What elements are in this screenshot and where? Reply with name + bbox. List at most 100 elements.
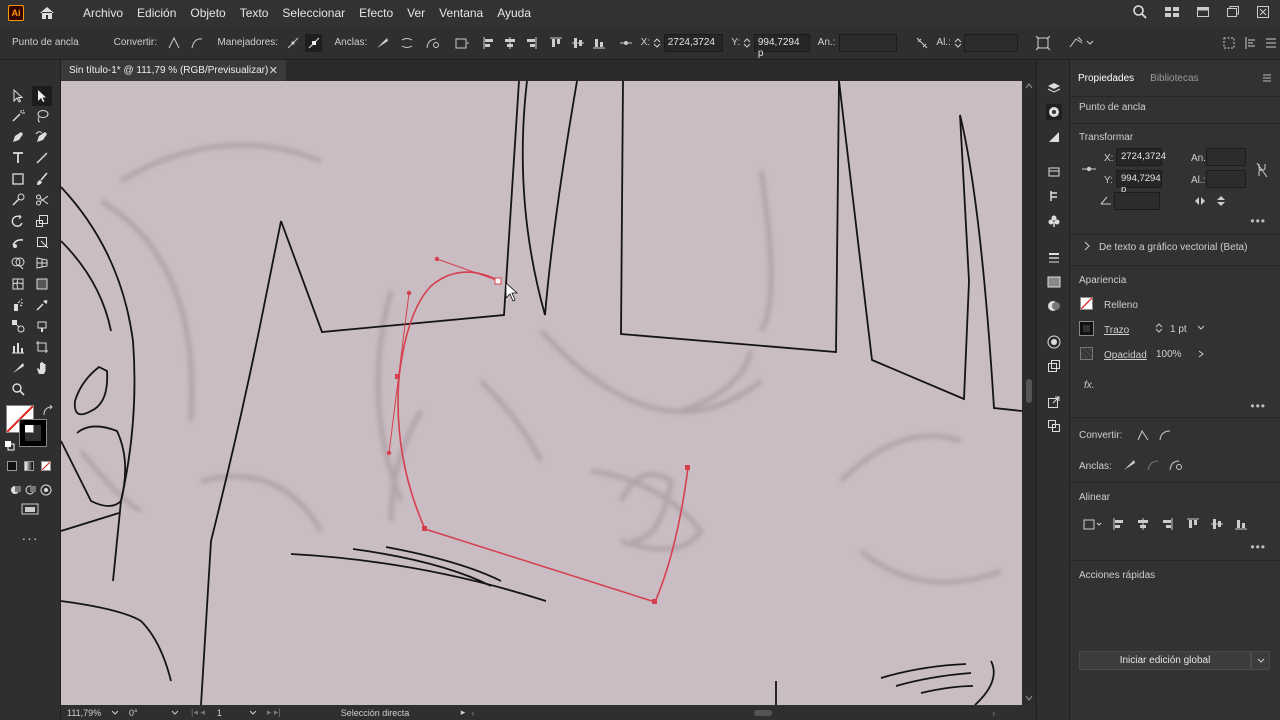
scroll-down-icon[interactable]: [1025, 695, 1033, 701]
zoom-dropdown-icon[interactable]: [111, 710, 119, 716]
close-tab-icon[interactable]: ✕: [269, 64, 278, 77]
effects-label[interactable]: fx.: [1084, 380, 1095, 391]
align-right-icon[interactable]: [1160, 517, 1174, 531]
gradient-mode-icon[interactable]: [24, 461, 34, 471]
shaper-tool-icon[interactable]: [8, 190, 28, 210]
align-vcenter-icon[interactable]: [1210, 517, 1224, 531]
libraries-icon[interactable]: [1046, 129, 1062, 145]
stroke-swatch[interactable]: [19, 419, 47, 447]
appearance-icon[interactable]: [1046, 334, 1062, 350]
selection-tool-icon[interactable]: [8, 86, 28, 106]
artboard-tool-icon[interactable]: [32, 337, 52, 357]
flip-vertical-icon[interactable]: [1216, 195, 1226, 207]
x-stepper-icon[interactable]: [652, 34, 662, 52]
align-right-icon[interactable]: [523, 34, 540, 52]
gradient-panel-icon[interactable]: [1046, 274, 1062, 290]
draw-inside-icon[interactable]: [36, 480, 56, 500]
artboards-panel-icon[interactable]: [1046, 418, 1062, 434]
default-colors-icon[interactable]: [5, 441, 15, 451]
free-transform-tool-icon[interactable]: [32, 232, 52, 252]
rectangle-tool-icon[interactable]: [8, 169, 28, 189]
paintbrush-tool-icon[interactable]: [32, 169, 52, 189]
slice-tool-icon[interactable]: [8, 358, 28, 378]
remove-anchor-icon[interactable]: [1122, 458, 1136, 472]
align-hcenter-icon[interactable]: [1136, 517, 1150, 531]
brushes-icon[interactable]: [1046, 188, 1062, 204]
align-more-icon[interactable]: •••: [1250, 540, 1266, 554]
last-artboard-icon[interactable]: ▸ ▸|: [267, 707, 281, 718]
restore-window-icon[interactable]: [1226, 5, 1240, 19]
curvature-tool-icon[interactable]: [32, 127, 52, 147]
puppet-warp-icon[interactable]: [1068, 34, 1085, 52]
none-mode-icon[interactable]: [41, 461, 51, 471]
align-top-icon[interactable]: [548, 34, 565, 52]
rotate-angle-field[interactable]: [1114, 192, 1160, 210]
flip-horizontal-icon[interactable]: [1194, 196, 1206, 206]
cut-path-icon[interactable]: [399, 34, 416, 52]
hscroll-left-icon[interactable]: ‹: [471, 708, 474, 718]
scissors-tool-icon[interactable]: [32, 190, 52, 210]
align-left-icon[interactable]: [480, 34, 497, 52]
edit-toolbar-icon[interactable]: ···: [20, 528, 40, 548]
height-field[interactable]: [964, 33, 1019, 52]
transform-x-field[interactable]: 2724,3724: [1116, 148, 1166, 166]
tab-properties[interactable]: Propiedades: [1078, 73, 1134, 84]
menu-ayuda[interactable]: Ayuda: [490, 6, 538, 20]
menu-archivo[interactable]: Archivo: [76, 6, 130, 20]
height-stepper-icon[interactable]: [953, 34, 963, 52]
selected-path[interactable]: [386, 256, 690, 604]
chevron-down-icon[interactable]: [1085, 34, 1095, 52]
horizontal-scroll-thumb[interactable]: [754, 709, 773, 716]
type-tool-icon[interactable]: [8, 148, 28, 168]
menu-ver[interactable]: Ver: [400, 6, 432, 20]
convert-corner-icon[interactable]: [165, 34, 182, 52]
global-edit-button[interactable]: Iniciar edición global: [1079, 651, 1251, 670]
rotate-tool-icon[interactable]: [8, 211, 28, 231]
menu-edicion[interactable]: Edición: [130, 6, 183, 20]
stroke-weight-dropdown-icon[interactable]: [1197, 325, 1205, 331]
connect-anchors-icon[interactable]: [1168, 458, 1182, 472]
scroll-up-icon[interactable]: [1025, 83, 1033, 89]
remove-anchor-icon[interactable]: [373, 34, 390, 52]
menu-objeto[interactable]: Objeto: [183, 6, 232, 20]
rotation-dropdown-icon[interactable]: [171, 710, 179, 716]
eyedropper-tool-icon[interactable]: [32, 295, 52, 315]
perspective-grid-tool-icon[interactable]: [32, 253, 52, 273]
rotate-angle-icon[interactable]: [1100, 195, 1112, 205]
show-handles-icon[interactable]: [284, 34, 301, 52]
opacity-arrow-icon[interactable]: [1198, 350, 1204, 358]
text-to-vector-link[interactable]: De texto a gráfico vectorial (Beta): [1099, 242, 1247, 253]
width-field[interactable]: [839, 33, 898, 52]
mesh-tool-icon[interactable]: [8, 274, 28, 294]
reference-point-icon[interactable]: [1082, 164, 1096, 174]
blend-tool-icon[interactable]: [8, 316, 28, 336]
pen-tool-icon[interactable]: [8, 127, 28, 147]
symbol-sprayer-tool-icon[interactable]: [8, 295, 28, 315]
opacity-value[interactable]: 100%: [1156, 349, 1182, 360]
align-hcenter-icon[interactable]: [501, 34, 518, 52]
shape-builder-tool-icon[interactable]: [8, 253, 28, 273]
layers-icon[interactable]: [1046, 80, 1062, 96]
appearance-more-icon[interactable]: •••: [1250, 399, 1266, 413]
club-icon[interactable]: [1046, 213, 1062, 229]
transparency-icon[interactable]: [1046, 298, 1062, 314]
convert-corner-icon[interactable]: [1136, 428, 1150, 442]
align-vcenter-icon[interactable]: [569, 34, 586, 52]
convert-smooth-icon[interactable]: [188, 34, 205, 52]
home-icon[interactable]: [38, 4, 56, 22]
transform-h-field[interactable]: [1206, 170, 1246, 188]
constrain-proportions-icon[interactable]: [1256, 162, 1268, 178]
graphic-styles-icon[interactable]: [1046, 358, 1062, 374]
opacity-label[interactable]: Opacidad: [1104, 350, 1147, 361]
stroke-label[interactable]: Trazo: [1104, 325, 1129, 336]
stroke-swatch-small[interactable]: [1079, 321, 1094, 336]
direct-selection-tool-icon[interactable]: [32, 86, 52, 106]
align-left-icon[interactable]: [1112, 517, 1126, 531]
isolate-object-icon[interactable]: [1220, 34, 1237, 52]
convert-smooth-icon[interactable]: [1158, 428, 1172, 442]
hide-handles-icon[interactable]: [305, 33, 323, 52]
properties-icon[interactable]: [1046, 104, 1062, 120]
zoom-level[interactable]: 111,79%: [67, 708, 107, 718]
transform-more-icon[interactable]: •••: [1250, 214, 1266, 228]
color-mode-icon[interactable]: [7, 461, 17, 471]
